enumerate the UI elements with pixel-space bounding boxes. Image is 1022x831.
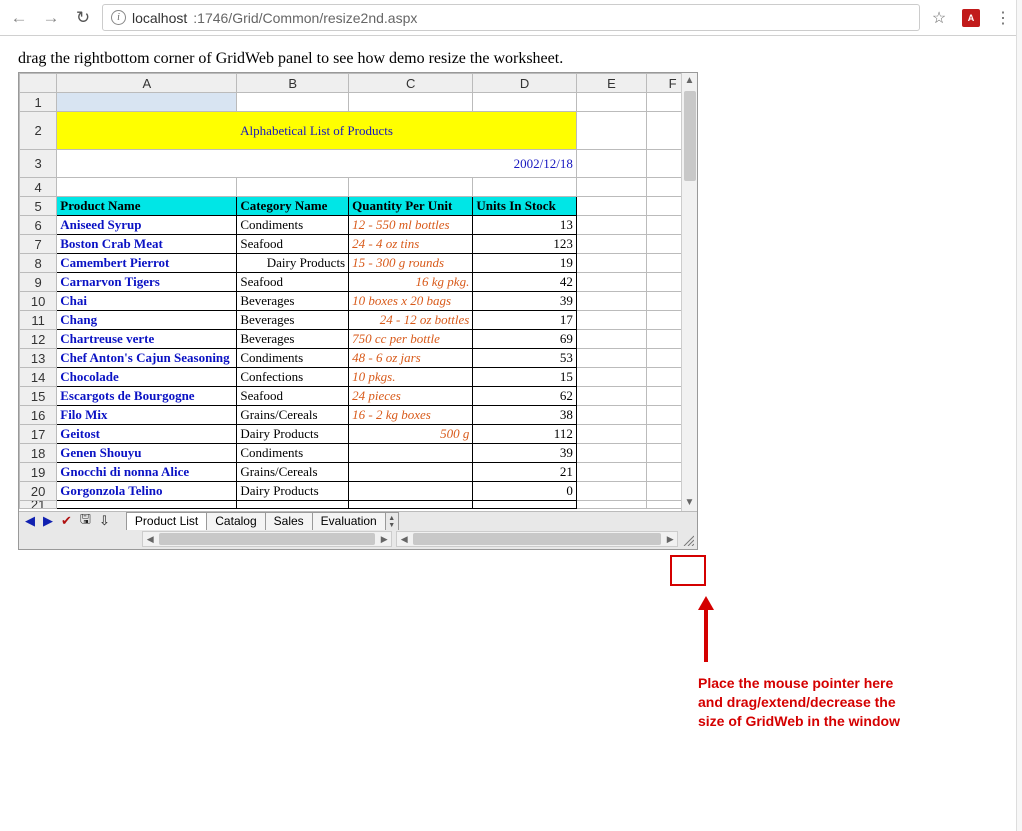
cell-units[interactable]: 13 [473,216,577,235]
hscroll-right-arrow-icon[interactable]: ▶ [663,534,677,545]
annotation-arrow-head-icon [698,596,714,610]
header-category[interactable]: Category Name [237,197,349,216]
row-header[interactable]: 9 [20,273,57,292]
spreadsheet[interactable]: A B C D E F 1 2 Alphabetical List of Pro… [19,73,697,509]
header-qty-per-unit[interactable]: Quantity Per Unit [349,197,473,216]
scroll-thumb[interactable] [684,91,696,181]
tab-evaluation[interactable]: Evaluation [312,512,386,530]
hscroll-left-arrow-icon[interactable]: ◀ [397,534,411,545]
row-header[interactable]: 7 [20,235,57,254]
pdf-extension-icon[interactable]: A [958,5,984,31]
col-header-e[interactable]: E [576,74,646,93]
forward-button[interactable]: → [38,5,64,31]
row-header[interactable]: 13 [20,349,57,368]
row-header[interactable]: 20 [20,482,57,501]
sheet-date[interactable]: 2002/12/18 [57,150,577,178]
annotation-arrow: Place the mouse pointer here and drag/ex… [698,596,938,731]
row-header[interactable]: 5 [20,197,57,216]
bookmark-star-icon[interactable]: ☆ [926,5,952,31]
tab-catalog[interactable]: Catalog [206,512,265,530]
commit-check-icon[interactable]: ✔ [61,513,72,529]
tab-product-list[interactable]: Product List [126,512,207,530]
cell-product[interactable]: Aniseed Syrup [57,216,237,235]
nav-prev-icon[interactable]: ◀ [25,513,35,529]
column-header-row: A B C D E F [20,74,698,93]
window-right-edge [1016,0,1022,831]
hscroll-left-arrow-icon[interactable]: ◀ [143,534,157,545]
row-header[interactable]: 19 [20,463,57,482]
row-header[interactable]: 18 [20,444,57,463]
row-header[interactable]: 8 [20,254,57,273]
nav-next-icon[interactable]: ▶ [43,513,53,529]
active-cell[interactable] [57,93,237,112]
row-header[interactable]: 11 [20,311,57,330]
hscroll-left-segment[interactable]: ◀ ▶ [142,531,392,547]
resize-grip[interactable] [680,531,695,547]
row-header[interactable]: 15 [20,387,57,406]
back-button[interactable]: ← [6,5,32,31]
row-header[interactable]: 21 [20,501,57,509]
row-header[interactable]: 17 [20,425,57,444]
scroll-up-icon[interactable]: ▲ [682,73,697,89]
col-header-d[interactable]: D [473,74,577,93]
save-icon[interactable]: 🖫 [80,510,91,532]
row-header[interactable]: 16 [20,406,57,425]
header-units-stock[interactable]: Units In Stock [473,197,577,216]
tab-scroll-spinner[interactable]: ▲▼ [385,512,399,530]
row-header[interactable]: 1 [20,93,57,112]
browser-menu-icon[interactable]: ⋮ [990,5,1016,31]
row-header[interactable]: 4 [20,178,57,197]
annotation-highlight-box [670,555,706,586]
col-header-a[interactable]: A [57,74,237,93]
vertical-scrollbar[interactable]: ▲ ▼ [681,73,697,511]
cell-category[interactable]: Condiments [237,216,349,235]
header-product-name[interactable]: Product Name [57,197,237,216]
address-bar[interactable]: i localhost :1746/Grid/Common/resize2nd.a… [102,4,920,31]
sheet-title[interactable]: Alphabetical List of Products [57,112,577,150]
resize-grip-icon [682,534,694,546]
col-header-c[interactable]: C [349,74,473,93]
row-header[interactable]: 12 [20,330,57,349]
reload-button[interactable]: ↻ [70,5,96,31]
site-info-icon[interactable]: i [111,10,126,25]
url-host: localhost [132,10,187,26]
hscroll-right-segment[interactable]: ◀ ▶ [396,531,678,547]
row-header[interactable]: 2 [20,112,57,150]
export-icon[interactable]: ⇩ [99,513,110,529]
url-path: :1746/Grid/Common/resize2nd.aspx [193,10,417,26]
row-header[interactable]: 6 [20,216,57,235]
page-intro-text: drag the rightbottom corner of GridWeb p… [18,50,1004,68]
row-header[interactable]: 3 [20,150,57,178]
sheet-viewport[interactable]: A B C D E F 1 2 Alphabetical List of Pro… [19,73,697,511]
browser-toolbar: ← → ↻ i localhost :1746/Grid/Common/resiz… [0,0,1022,36]
grid-bottom-bar: ◀ ▶ ✔ 🖫 ⇩ Product List Catalog Sales Eva… [19,511,697,549]
annotation-text: Place the mouse pointer here and drag/ex… [698,674,918,731]
tab-sales[interactable]: Sales [265,512,313,530]
sheet-tabs: Product List Catalog Sales Evaluation ▲▼ [126,512,399,530]
select-all-corner[interactable] [20,74,57,93]
row-header[interactable]: 14 [20,368,57,387]
scroll-down-icon[interactable]: ▼ [682,495,697,511]
col-header-b[interactable]: B [237,74,349,93]
gridweb-panel: A B C D E F 1 2 Alphabetical List of Pro… [18,72,698,550]
cell-qty[interactable]: 12 - 550 ml bottles [349,216,473,235]
row-header[interactable]: 10 [20,292,57,311]
hscroll-right-arrow-icon[interactable]: ▶ [377,534,391,545]
